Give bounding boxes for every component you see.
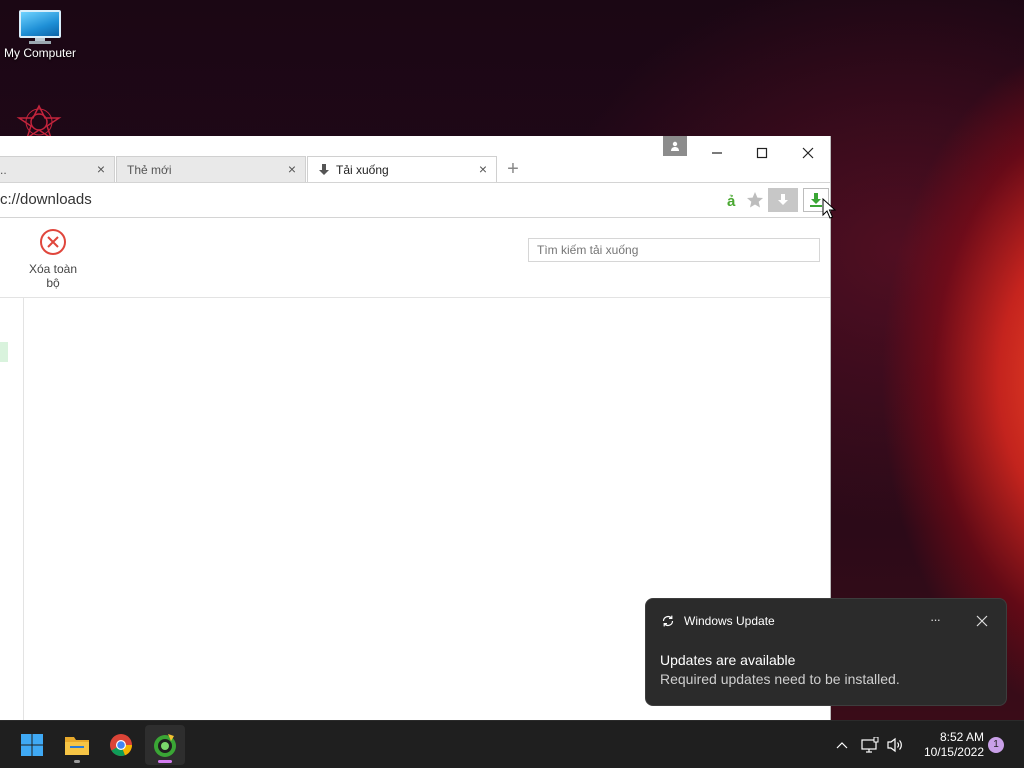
volume-button[interactable] xyxy=(884,731,906,759)
windows-start-icon xyxy=(21,734,43,756)
mouse-cursor-icon xyxy=(822,198,836,219)
monitor-icon xyxy=(19,10,61,44)
tab-downloads[interactable]: Tải xuống × xyxy=(307,156,497,182)
clear-circle-x-icon xyxy=(40,229,66,255)
notification-count-badge[interactable]: 1 xyxy=(988,737,1004,753)
desktop-icon-label: My Computer xyxy=(3,46,77,60)
clock-date: 10/15/2022 xyxy=(923,745,984,759)
selected-item-marker xyxy=(0,342,8,362)
file-explorer-icon xyxy=(65,737,89,755)
url-field[interactable]: c://downloads xyxy=(0,184,720,216)
star-logo-icon xyxy=(16,104,62,140)
coccoc-browser-icon xyxy=(154,734,176,757)
profile-button[interactable] xyxy=(663,136,687,156)
sidebar-divider xyxy=(23,298,24,720)
coccoc-a-icon[interactable]: ả xyxy=(724,188,742,212)
tab-label: .. xyxy=(0,162,7,177)
show-hidden-icons-button[interactable] xyxy=(832,731,852,759)
tab-close-icon[interactable]: × xyxy=(285,162,299,176)
tab-new[interactable]: Thẻ mới × xyxy=(116,156,306,182)
tab-label: Thẻ mới xyxy=(127,162,172,177)
network-icon xyxy=(861,737,879,753)
chrome-icon xyxy=(110,734,133,757)
tab-close-icon[interactable]: × xyxy=(476,162,490,176)
tab-label: Tải xuống xyxy=(336,162,389,177)
close-window-button[interactable] xyxy=(788,140,828,166)
refresh-icon xyxy=(662,615,674,627)
notification-title: Updates are available xyxy=(660,652,796,668)
start-button[interactable] xyxy=(12,725,52,765)
clock-time: 8:52 AM xyxy=(939,730,984,744)
chevron-up-icon xyxy=(836,742,848,749)
clear-all-button[interactable]: Xóa toàn bộ xyxy=(22,228,84,290)
minimize-icon xyxy=(712,152,722,154)
running-indicator xyxy=(74,760,80,763)
notification-body: Required updates need to be installed. xyxy=(660,671,900,687)
notification-app-name: Windows Update xyxy=(684,614,775,628)
search-downloads-input[interactable] xyxy=(528,238,820,262)
address-bar: c://downloads ả xyxy=(0,182,830,218)
notification-close-icon[interactable] xyxy=(976,615,988,627)
maximize-button[interactable] xyxy=(742,140,782,166)
new-tab-button[interactable]: + xyxy=(504,159,522,179)
network-status-button[interactable] xyxy=(859,731,881,759)
title-bar: .. × Thẻ mới × Tải xuống × + xyxy=(0,136,830,182)
notification-toast[interactable]: Windows Update ··· Updates are available… xyxy=(645,598,1007,706)
taskbar-coccoc[interactable] xyxy=(145,725,185,765)
active-indicator xyxy=(158,760,172,763)
svg-text:ả: ả xyxy=(727,193,736,209)
taskbar-chrome[interactable] xyxy=(101,725,141,765)
taskbar-file-explorer[interactable] xyxy=(57,725,97,765)
close-icon xyxy=(802,147,814,159)
download-arrow-icon xyxy=(319,163,329,175)
person-icon xyxy=(671,141,679,151)
bookmark-star-icon[interactable] xyxy=(744,188,766,212)
tab-previous[interactable]: .. × xyxy=(0,156,115,182)
tab-close-icon[interactable]: × xyxy=(94,162,108,176)
taskbar: 8:52 AM 10/15/2022 1 xyxy=(0,720,1024,768)
clear-all-label: Xóa toàn bộ xyxy=(28,262,78,290)
download-page-icon[interactable] xyxy=(768,188,798,212)
downloads-toolbar: Xóa toàn bộ xyxy=(0,218,830,298)
maximize-icon xyxy=(756,147,768,159)
speaker-icon xyxy=(887,737,902,753)
desktop-icon-my-computer[interactable]: My Computer xyxy=(0,10,80,60)
minimize-button[interactable] xyxy=(697,140,737,166)
notification-more-button[interactable]: ··· xyxy=(930,612,941,627)
system-clock[interactable]: 8:52 AM 10/15/2022 xyxy=(910,730,984,760)
